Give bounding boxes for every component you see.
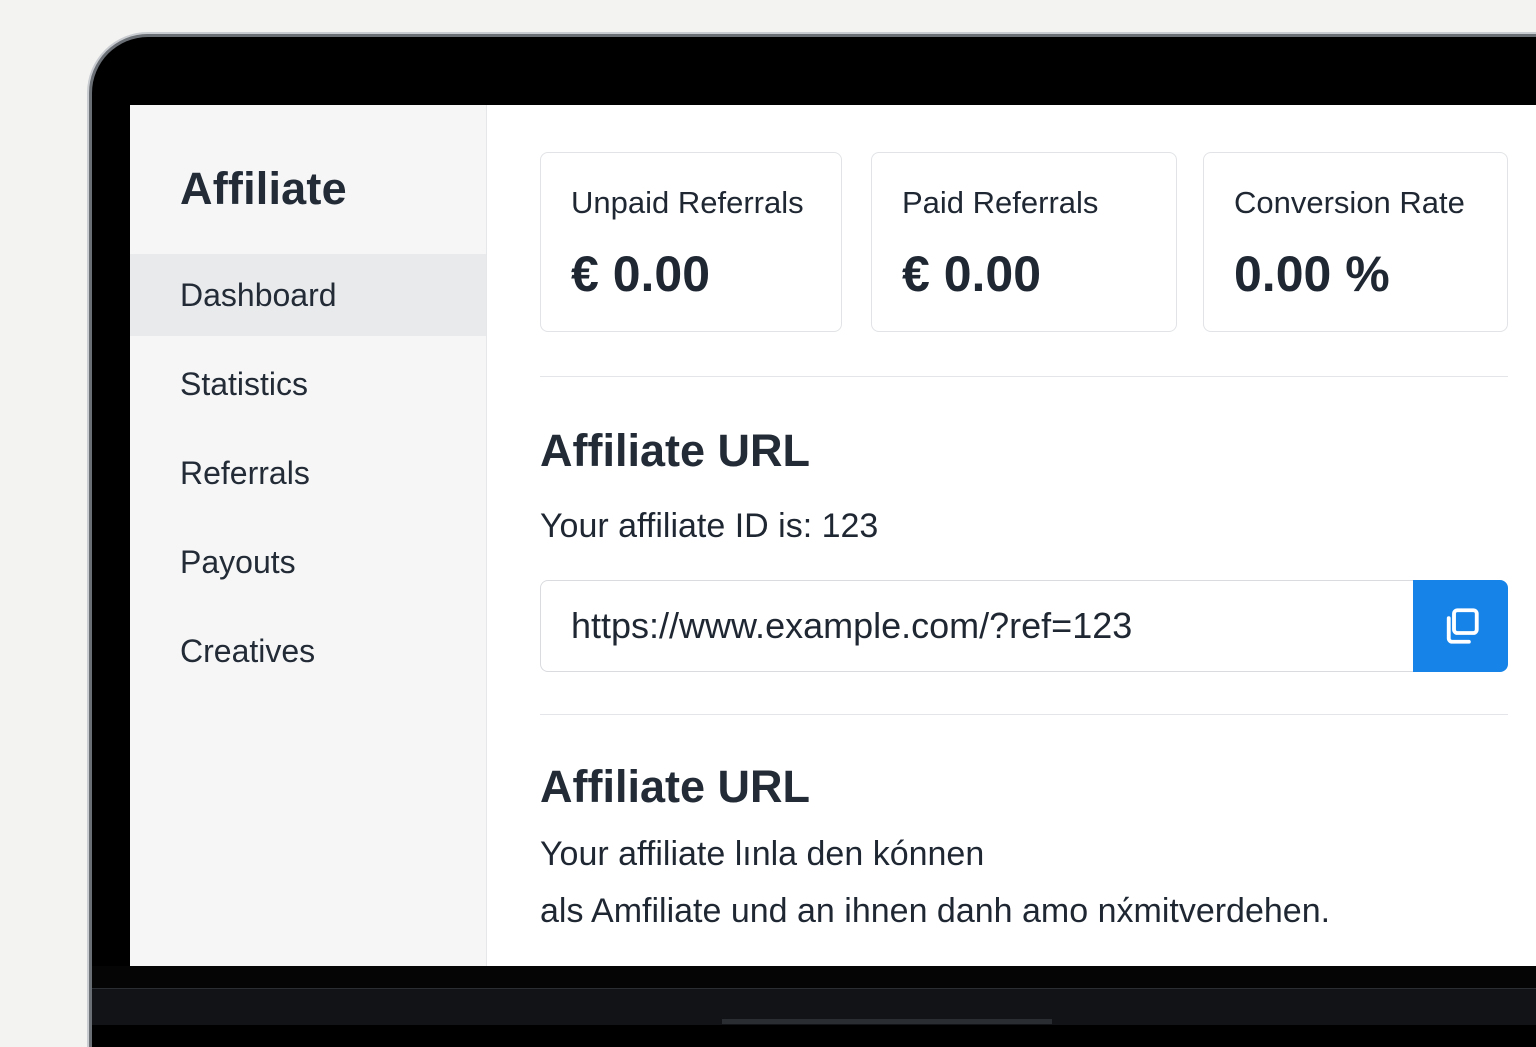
laptop-notch xyxy=(722,1019,1052,1024)
main-content: Unpaid Referrals € 0.00 Paid Referrals €… xyxy=(540,105,1508,966)
copy-url-button[interactable] xyxy=(1413,580,1508,672)
sidebar-item-payouts[interactable]: Payouts xyxy=(130,521,486,603)
copy-icon xyxy=(1446,608,1479,644)
stat-card-conversion-rate: Conversion Rate 0.00 % xyxy=(1203,152,1508,332)
sidebar-item-statistics[interactable]: Statistics xyxy=(130,343,486,425)
sidebar-item-creatives[interactable]: Creatives xyxy=(130,610,486,692)
stat-card-value: € 0.00 xyxy=(571,246,711,302)
second-section-line-1: Your affiliate lınla den kónnen xyxy=(540,835,985,873)
laptop-bottom-bezel xyxy=(92,966,1536,1025)
affiliate-url-input[interactable] xyxy=(540,580,1413,672)
affiliate-url-group xyxy=(540,580,1508,672)
affiliate-id-text: Your affiliate ID is: 123 xyxy=(540,507,879,545)
affiliate-url-title: Affiliate URL xyxy=(540,425,810,476)
stat-card-paid-referrals: Paid Referrals € 0.00 xyxy=(871,152,1177,332)
stat-card-unpaid-referrals: Unpaid Referrals € 0.00 xyxy=(540,152,842,332)
section-divider xyxy=(540,714,1508,715)
sidebar: Affiliate Dashboard Statistics Referrals… xyxy=(130,105,487,966)
sidebar-nav: Dashboard Statistics Referrals Payouts C… xyxy=(130,254,486,699)
stat-card-value: 0.00 % xyxy=(1234,246,1390,302)
stats-cards: Unpaid Referrals € 0.00 Paid Referrals €… xyxy=(540,152,1508,334)
second-section-title: Affiliate URL xyxy=(540,761,810,812)
sidebar-item-dashboard[interactable]: Dashboard xyxy=(130,254,486,336)
section-divider xyxy=(540,376,1508,377)
stat-card-label: Conversion Rate xyxy=(1234,185,1465,220)
stat-card-label: Paid Referrals xyxy=(902,185,1099,220)
sidebar-item-referrals[interactable]: Referrals xyxy=(130,432,486,514)
sidebar-brand: Affiliate xyxy=(180,163,347,214)
stat-card-value: € 0.00 xyxy=(902,246,1042,302)
stat-card-label: Unpaid Referrals xyxy=(571,185,804,220)
second-section-line-2: als Amfiliate und an ihnen danh amo nx́m… xyxy=(540,892,1331,930)
app-screen: Affiliate Dashboard Statistics Referrals… xyxy=(130,105,1536,966)
